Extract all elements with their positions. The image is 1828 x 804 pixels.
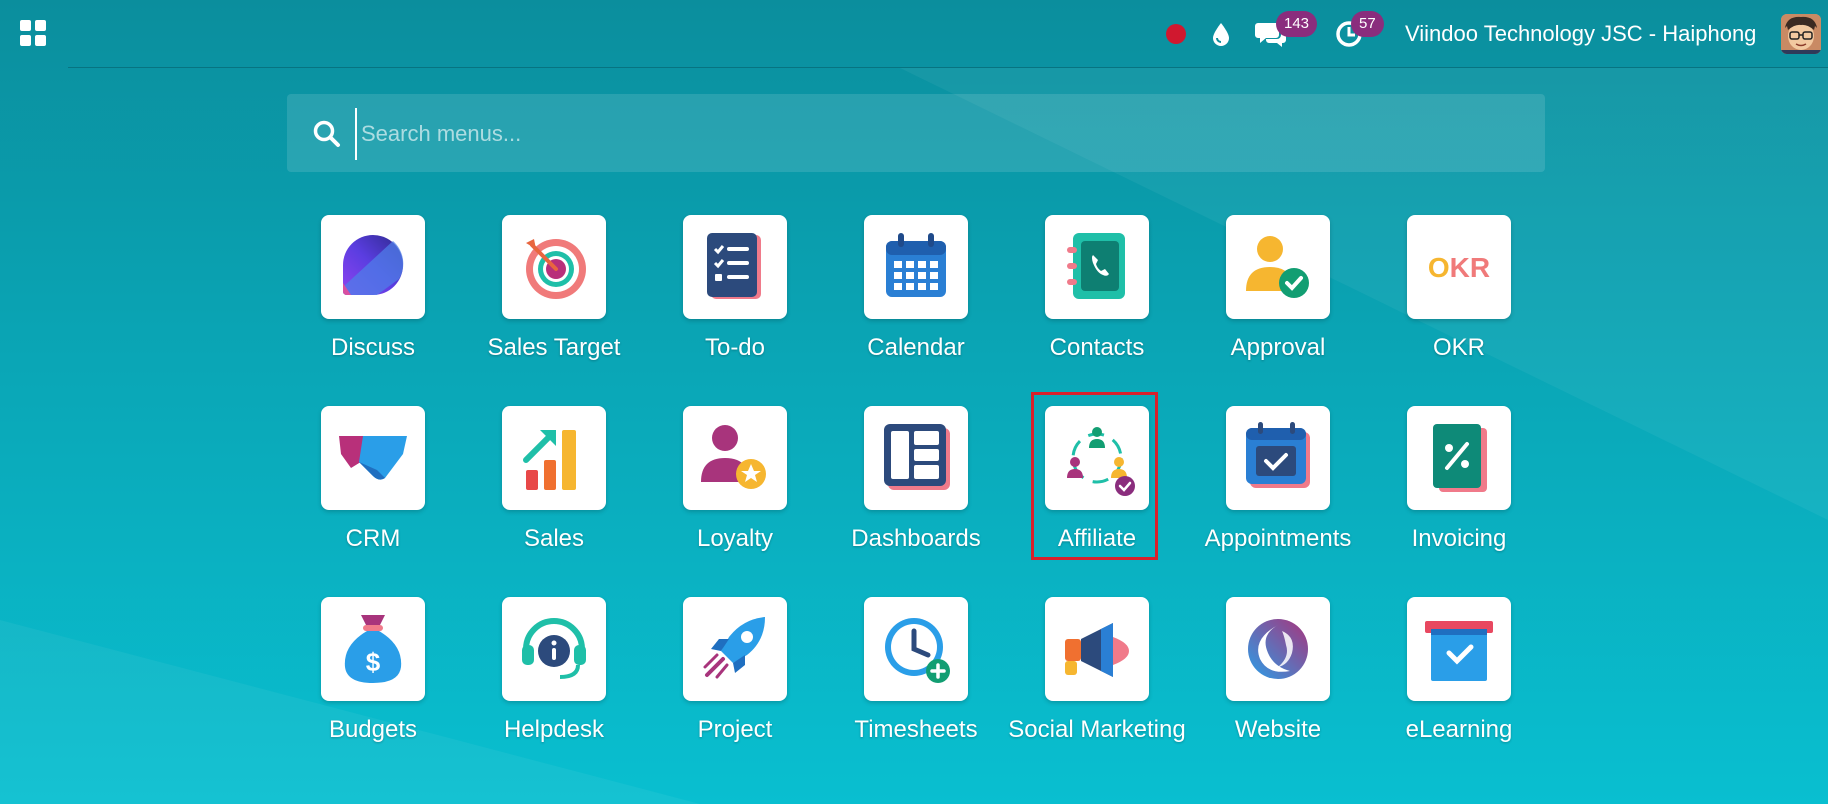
approval-icon (1226, 215, 1330, 319)
website-icon (1226, 597, 1330, 701)
dashboards-icon (864, 406, 968, 510)
search-bar (287, 94, 1545, 172)
app-label: Contacts (1049, 334, 1145, 361)
app-contacts[interactable]: Contacts (1012, 215, 1162, 375)
app-label: Loyalty (696, 525, 774, 552)
app-label: Affiliate (1057, 525, 1137, 552)
app-crm[interactable]: CRM (288, 406, 438, 566)
app-label: Sales Target (487, 334, 621, 361)
app-loyalty[interactable]: Loyalty (650, 406, 800, 566)
app-project[interactable]: Project (650, 597, 800, 757)
app-appointments[interactable]: Appointments (1193, 406, 1351, 566)
app-sales-target[interactable]: Sales Target (469, 215, 620, 375)
budgets-icon: $ (321, 597, 425, 701)
search-icon (313, 120, 340, 147)
company-switcher[interactable]: Viindoo Technology JSC - Haiphong (1405, 20, 1756, 48)
okr-logo-text: OKR (1428, 252, 1490, 283)
app-label: Dashboards (851, 525, 981, 552)
record-dot-icon[interactable] (1163, 16, 1189, 52)
app-discuss[interactable]: Discuss (288, 215, 438, 375)
apps-menu-grid-icon[interactable] (20, 20, 46, 46)
social-marketing-icon (1045, 597, 1149, 701)
app-timesheets[interactable]: Timesheets (831, 597, 981, 757)
top-navbar: 143 57 Viindoo Technology JSC - Haiphong (0, 0, 1828, 68)
app-label: CRM (345, 525, 401, 552)
app-approval[interactable]: Approval (1193, 215, 1343, 375)
app-social-marketing[interactable]: Social Marketing (1008, 597, 1186, 757)
app-label: Website (1234, 716, 1322, 743)
app-label: Discuss (330, 334, 415, 361)
crm-icon (321, 406, 425, 510)
app-website[interactable]: Website (1193, 597, 1343, 757)
app-helpdesk[interactable]: Helpdesk (469, 597, 619, 757)
app-budgets[interactable]: $ Budgets (288, 597, 438, 757)
app-label: Sales (523, 525, 585, 552)
app-elearning[interactable]: eLearning (1374, 597, 1524, 757)
drop-icon[interactable] (1208, 16, 1234, 52)
discuss-icon (321, 215, 425, 319)
svg-text:$: $ (366, 647, 381, 677)
timesheets-icon (864, 597, 968, 701)
todo-icon (683, 215, 787, 319)
invoicing-icon (1407, 406, 1511, 510)
sales-icon (502, 406, 606, 510)
app-label: Project (697, 716, 773, 743)
app-label: Helpdesk (503, 716, 605, 743)
topbar-divider (68, 67, 1828, 68)
affiliate-icon (1045, 406, 1149, 510)
app-label: Timesheets (854, 716, 978, 743)
app-label: Approval (1230, 334, 1326, 361)
app-label: Calendar (867, 334, 965, 361)
app-okr[interactable]: OKR OKR (1374, 215, 1524, 375)
app-sales[interactable]: Sales (469, 406, 619, 566)
target-icon (502, 215, 606, 319)
search-menus-input[interactable] (355, 108, 1513, 160)
calendar-icon (864, 215, 968, 319)
okr-icon: OKR (1407, 215, 1511, 319)
user-avatar[interactable] (1781, 14, 1821, 54)
activities-count-badge: 57 (1351, 11, 1384, 37)
app-invoicing[interactable]: Invoicing (1374, 406, 1524, 566)
helpdesk-icon (502, 597, 606, 701)
app-label: Social Marketing (1008, 716, 1186, 743)
app-calendar[interactable]: Calendar (831, 215, 981, 375)
project-icon (683, 597, 787, 701)
app-label: OKR (1432, 334, 1485, 361)
app-label: To-do (704, 334, 766, 361)
contacts-icon (1045, 215, 1149, 319)
app-label: Budgets (328, 716, 418, 743)
elearning-icon (1407, 597, 1511, 701)
messages-count-badge: 143 (1276, 11, 1318, 37)
app-affiliate[interactable]: Affiliate (1012, 406, 1162, 566)
app-dashboards[interactable]: Dashboards (831, 406, 981, 566)
app-label: eLearning (1405, 716, 1513, 743)
loyalty-icon (683, 406, 787, 510)
app-label: Invoicing (1411, 525, 1507, 552)
app-to-do[interactable]: To-do (650, 215, 800, 375)
appointments-icon (1226, 406, 1330, 510)
app-label: Appointments (1204, 525, 1352, 552)
